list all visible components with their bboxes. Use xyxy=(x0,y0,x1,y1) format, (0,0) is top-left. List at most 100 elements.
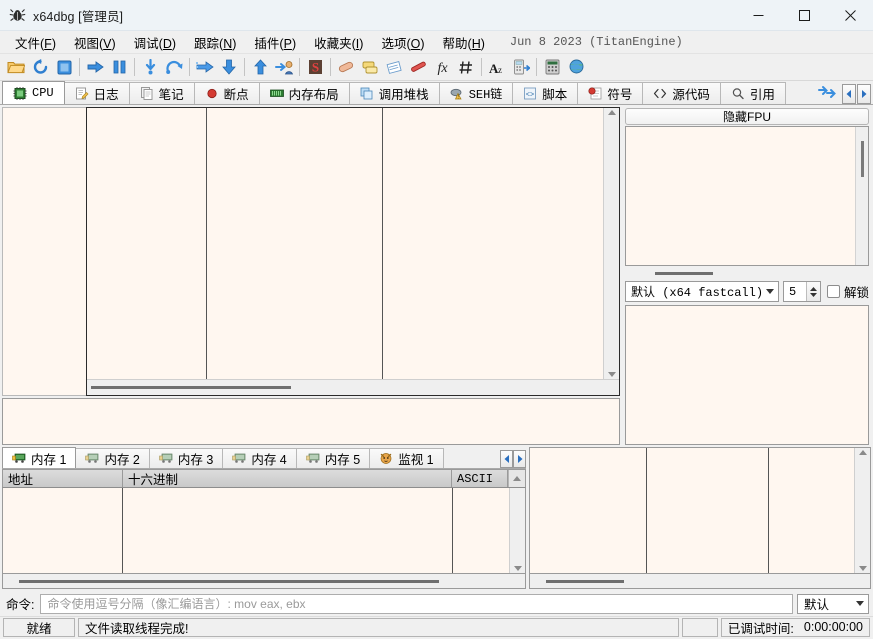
menu-help[interactable]: 帮助(H) xyxy=(434,31,494,54)
register-extra-panel[interactable] xyxy=(625,305,869,445)
tab-next-button[interactable] xyxy=(857,84,871,104)
dump-tab-next-button[interactable] xyxy=(513,450,526,468)
dump-vscrollbar[interactable] xyxy=(509,488,525,573)
scroll-down-icon[interactable] xyxy=(513,566,522,571)
tab-symbols[interactable]: 符号 xyxy=(577,82,644,104)
argument-count-value: 5 xyxy=(788,284,797,299)
unlock-checkbox-wrap[interactable]: 解锁 xyxy=(825,282,869,301)
hscroll-thumb[interactable] xyxy=(19,579,439,583)
tab-source-code[interactable]: 源代码 xyxy=(642,82,721,104)
hscroll-thumb[interactable] xyxy=(655,272,713,275)
stack-vscrollbar[interactable] xyxy=(854,448,870,573)
dump-tab-label: 内存 4 xyxy=(251,453,287,467)
globe-icon[interactable] xyxy=(564,55,588,79)
calc-ext-icon[interactable] xyxy=(509,55,533,79)
svg-text:z: z xyxy=(498,65,502,75)
stack-hscrollbar[interactable] xyxy=(529,574,871,589)
scroll-thumb[interactable] xyxy=(860,141,864,177)
disassembly-info-panel[interactable] xyxy=(2,398,620,445)
dump-tab-prev-button[interactable] xyxy=(500,450,513,468)
restart-icon[interactable] xyxy=(28,55,52,79)
trace-over-icon[interactable] xyxy=(217,55,241,79)
scroll-up-icon[interactable] xyxy=(607,110,616,115)
menu-options[interactable]: 选项(O) xyxy=(372,31,433,54)
tab-cpu[interactable]: CPU xyxy=(2,81,65,104)
stack-pane xyxy=(529,447,871,589)
step-into-icon[interactable] xyxy=(138,55,162,79)
tab-log[interactable]: 日志 xyxy=(63,82,130,104)
log-icon[interactable] xyxy=(358,55,382,79)
dump-grid[interactable] xyxy=(2,488,526,574)
registers-vscrollbar[interactable] xyxy=(855,127,868,265)
scroll-up-icon[interactable] xyxy=(858,450,867,455)
calling-convention-select[interactable]: 默认 (x64 fastcall) xyxy=(625,281,779,302)
menu-favourites[interactable]: 收藏夹(I) xyxy=(305,31,372,54)
menu-view[interactable]: 视图(V) xyxy=(65,31,125,54)
menu-file[interactable]: 文件(F) xyxy=(6,31,65,54)
dump-tab-memory-1[interactable]: 内存 1 xyxy=(2,447,77,468)
tab-breakpoints[interactable]: 断点 xyxy=(193,82,260,104)
maximize-button[interactable] xyxy=(781,0,827,31)
registers-hscrollbar[interactable] xyxy=(625,268,869,279)
hscroll-thumb[interactable] xyxy=(91,386,291,389)
font-icon[interactable]: Az xyxy=(485,55,509,79)
execute-till-return-icon[interactable] xyxy=(248,55,272,79)
unlock-checkbox[interactable] xyxy=(826,285,840,298)
dump-tab-memory-3[interactable]: 内存 3 xyxy=(148,448,224,468)
tab-script[interactable]: <> 脚本 xyxy=(512,82,579,104)
dump-tab-watch-1[interactable]: 监视 1 xyxy=(369,448,444,468)
trace-into-icon[interactable] xyxy=(193,55,217,79)
registers-list xyxy=(626,127,855,265)
menu-debug[interactable]: 调试(D) xyxy=(125,31,185,54)
notes-icon[interactable] xyxy=(382,55,406,79)
menu-plugins[interactable]: 插件(P) xyxy=(245,31,305,54)
main-content-area: 隐藏FPU 默认 (x64 fastcall) 5 解锁 xyxy=(0,105,873,445)
hash-icon[interactable] xyxy=(454,55,478,79)
breakpoint-icon[interactable] xyxy=(406,55,430,79)
command-input[interactable]: 命令使用逗号分隔（像汇编语言）: mov eax, ebx xyxy=(40,593,793,614)
disassembly-vscrollbar[interactable] xyxy=(603,108,619,379)
scroll-down-icon[interactable] xyxy=(858,566,867,571)
tab-notes[interactable]: 笔记 xyxy=(128,82,195,104)
scylla-icon[interactable]: S xyxy=(303,55,327,79)
dump-tab-memory-5[interactable]: 内存 5 xyxy=(295,448,371,468)
calculator-icon[interactable] xyxy=(540,55,564,79)
open-file-icon[interactable] xyxy=(4,55,28,79)
pause-icon[interactable] xyxy=(107,55,131,79)
argument-count-stepper[interactable]: 5 xyxy=(782,281,821,302)
tab-prev-button[interactable] xyxy=(842,84,856,104)
tab-call-stack[interactable]: 调用堆栈 xyxy=(348,82,440,104)
stack-grid[interactable] xyxy=(529,447,871,574)
dump-hscrollbar[interactable] xyxy=(2,574,526,589)
dump-tab-memory-2[interactable]: 内存 2 xyxy=(75,448,150,468)
stepper-arrows[interactable] xyxy=(805,282,820,301)
tab-seh[interactable]: ! SEH链 xyxy=(438,82,514,104)
double-arrow-icon[interactable] xyxy=(814,85,841,104)
tab-references[interactable]: 引用 xyxy=(719,82,786,104)
disassembly-view[interactable] xyxy=(86,107,620,396)
svg-text:<>: <> xyxy=(526,92,534,100)
stack-address-column xyxy=(530,448,647,573)
disassembly-hscrollbar[interactable] xyxy=(87,379,619,395)
patch-icon[interactable] xyxy=(334,55,358,79)
registers-view[interactable] xyxy=(625,126,869,266)
command-mode-select[interactable]: 默认 xyxy=(797,593,869,614)
step-over-icon[interactable] xyxy=(162,55,186,79)
close-button[interactable] xyxy=(827,0,873,31)
minimize-button[interactable] xyxy=(735,0,781,31)
scroll-down-icon[interactable] xyxy=(607,372,616,377)
stop-icon[interactable] xyxy=(52,55,76,79)
menu-trace[interactable]: 跟踪(N) xyxy=(185,31,245,54)
dump-header-address[interactable]: 地址 xyxy=(3,470,123,487)
function-icon[interactable]: fx xyxy=(430,55,454,79)
disassembly-sidebar[interactable] xyxy=(2,107,86,396)
dump-tab-memory-4[interactable]: 内存 4 xyxy=(222,448,297,468)
tab-memory-map[interactable]: 内存布局 xyxy=(258,82,350,104)
hscroll-thumb[interactable] xyxy=(546,579,624,583)
run-icon[interactable] xyxy=(83,55,107,79)
hide-fpu-button[interactable]: 隐藏FPU xyxy=(625,108,869,125)
scroll-up-icon[interactable] xyxy=(513,476,521,481)
dump-header-ascii[interactable]: ASCII xyxy=(452,470,508,487)
dump-header-hex[interactable]: 十六进制 xyxy=(123,470,452,487)
run-to-user-code-icon[interactable] xyxy=(272,55,296,79)
